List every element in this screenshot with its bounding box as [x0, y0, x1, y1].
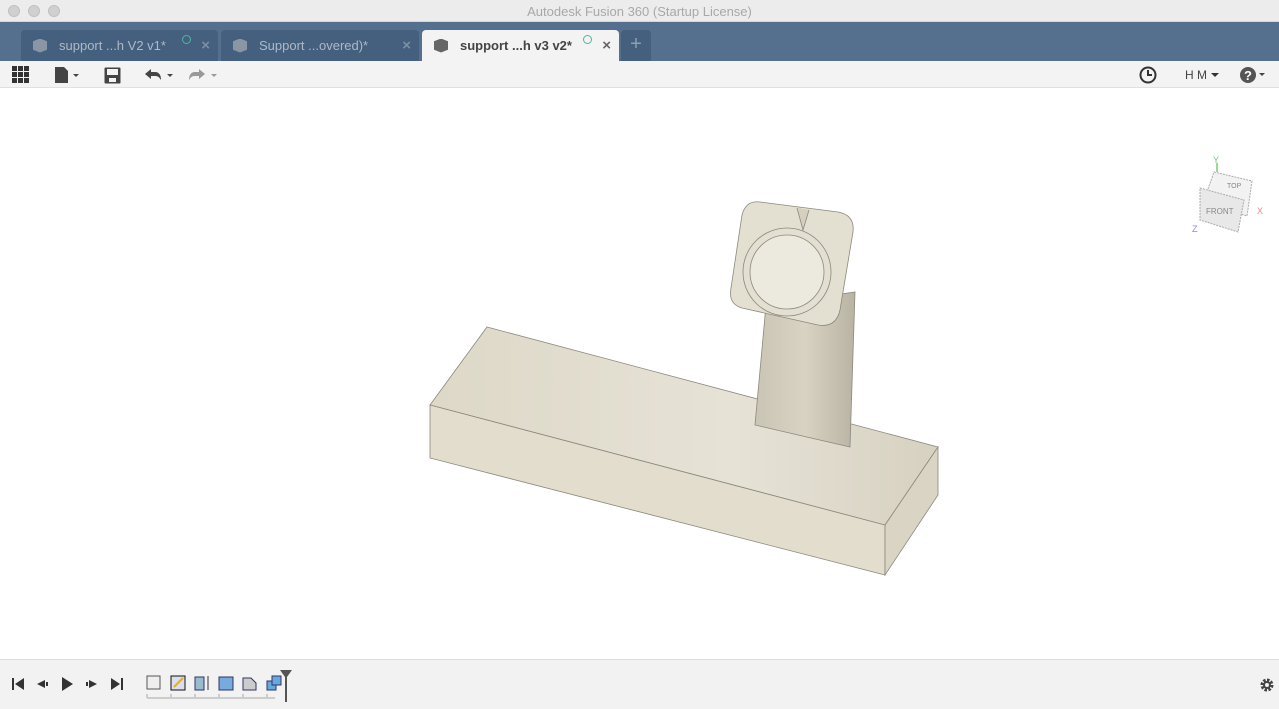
step-forward-icon[interactable] — [84, 676, 100, 692]
tab-document-3[interactable]: support ...h v3 v2* × — [422, 30, 619, 61]
design-icon — [33, 38, 47, 53]
new-tab-button[interactable]: + — [621, 30, 651, 61]
viewcube-top-label[interactable]: TOP — [1227, 183, 1242, 190]
tab-label: Support ...overed)* — [259, 38, 369, 53]
model-3d-view[interactable]: TOP FRONT Y X Z — [0, 88, 1279, 659]
design-icon — [434, 38, 448, 53]
close-tab-icon[interactable]: × — [201, 37, 210, 54]
extrude-feature-icon — [194, 676, 205, 691]
model-base — [429, 326, 939, 577]
fillet-feature-icon — [218, 676, 234, 691]
close-tab-icon[interactable]: × — [402, 37, 411, 54]
user-initials: H M — [1185, 68, 1207, 82]
timeline-features[interactable] — [140, 668, 300, 704]
undo-icon — [145, 69, 173, 80]
go-to-start-icon[interactable] — [10, 676, 26, 692]
undo-button[interactable] — [144, 65, 176, 85]
save-icon — [104, 67, 121, 83]
grid-icon — [12, 66, 29, 83]
svg-text:?: ? — [1244, 68, 1252, 83]
redo-button[interactable] — [188, 65, 220, 85]
model-head — [730, 201, 854, 326]
timeline-bar — [0, 659, 1279, 709]
tab-label: support ...h V2 v1* — [59, 38, 166, 53]
close-tab-icon[interactable]: × — [602, 37, 611, 54]
data-panel-button[interactable] — [12, 65, 30, 85]
user-menu-button[interactable]: H M — [1185, 65, 1220, 85]
title-bar: Autodesk Fusion 360 (Startup License) — [0, 0, 1279, 22]
axis-z-label: Z — [1192, 224, 1198, 234]
viewcube-front-label[interactable]: FRONT — [1206, 207, 1234, 216]
timeline-settings-gear-icon[interactable] — [1259, 677, 1275, 693]
canvas-viewport[interactable]: TOP FRONT Y X Z — [0, 88, 1279, 659]
file-menu-button[interactable] — [54, 65, 80, 85]
status-dot-icon — [182, 35, 191, 44]
save-button[interactable] — [104, 65, 121, 85]
document-tabs: support ...h V2 v1* × Support ...overed)*… — [0, 22, 1279, 61]
chamfer-feature-icon — [242, 677, 257, 691]
window-title: Autodesk Fusion 360 (Startup License) — [527, 4, 752, 19]
design-icon — [233, 38, 247, 53]
clock-icon — [1139, 66, 1157, 84]
file-icon — [55, 67, 79, 83]
timeline-marker — [280, 670, 292, 702]
help-icon: ? — [1240, 67, 1265, 83]
box-feature-icon — [146, 675, 161, 690]
tab-document-2[interactable]: Support ...overed)* × — [221, 30, 419, 61]
status-dot-icon — [583, 35, 592, 44]
tab-label: support ...h v3 v2* — [460, 38, 572, 53]
viewcube[interactable]: TOP FRONT Y X Z — [1192, 155, 1263, 234]
axis-x-label: X — [1257, 206, 1263, 216]
chevron-down-icon — [1211, 73, 1219, 77]
help-button[interactable]: ? — [1240, 65, 1268, 85]
step-back-icon[interactable] — [34, 676, 50, 692]
toolbar: H M ? — [0, 61, 1279, 88]
play-icon[interactable] — [59, 676, 75, 692]
job-status-button[interactable] — [1139, 65, 1157, 85]
go-to-end-icon[interactable] — [109, 676, 125, 692]
redo-icon — [189, 69, 217, 80]
tab-document-1[interactable]: support ...h V2 v1* × — [21, 30, 218, 61]
axis-y-label: Y — [1213, 155, 1219, 165]
